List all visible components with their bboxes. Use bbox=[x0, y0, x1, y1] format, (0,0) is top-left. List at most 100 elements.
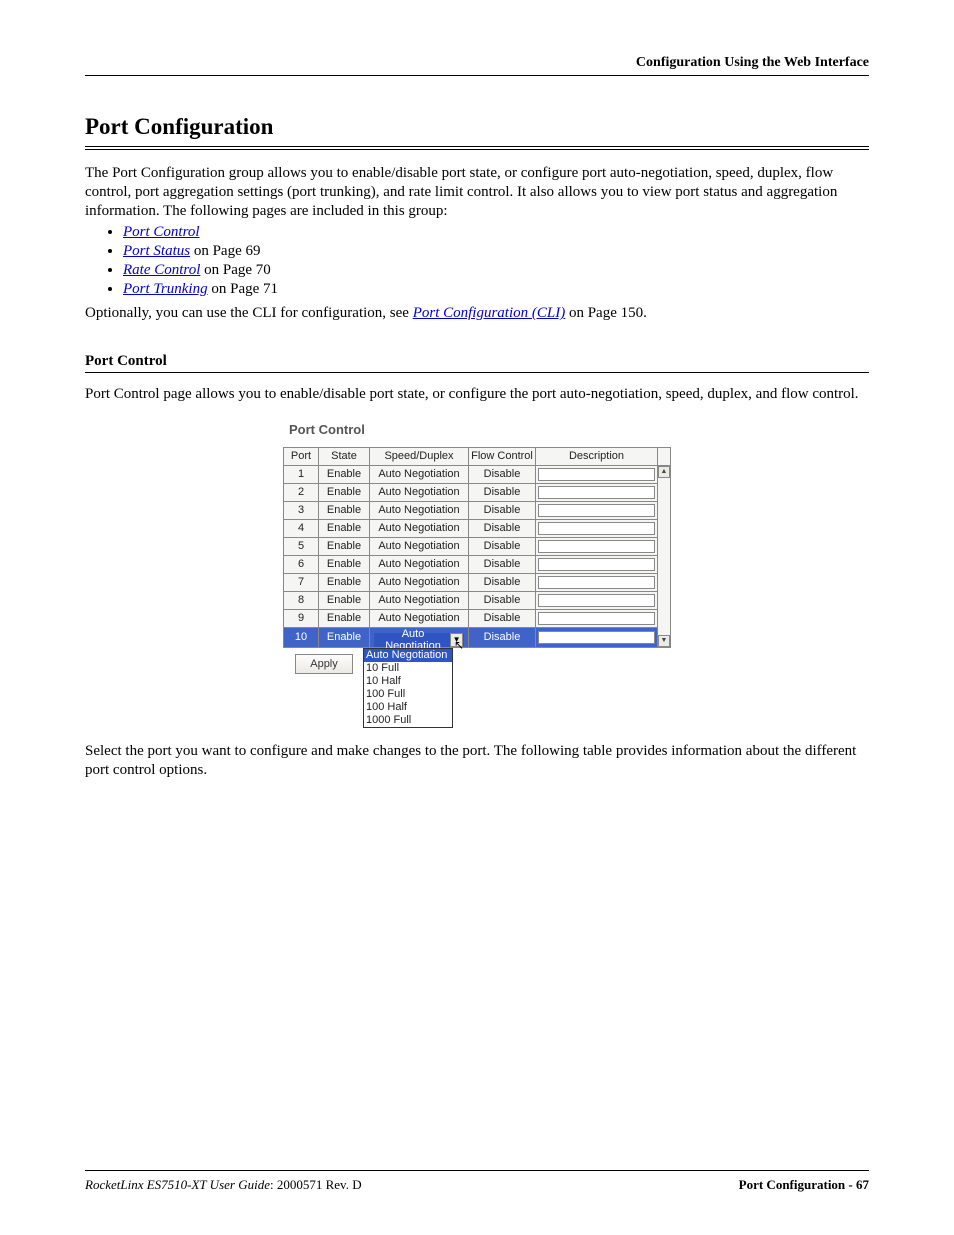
cell-flow-control[interactable]: Disable bbox=[469, 627, 536, 647]
cell-flow-control[interactable]: Disable bbox=[469, 555, 536, 573]
list-item: Port Status on Page 69 bbox=[123, 243, 869, 260]
dropdown-option[interactable]: 10 Full bbox=[364, 662, 452, 675]
apply-button[interactable]: Apply bbox=[295, 654, 353, 674]
table-row[interactable]: 4 Enable Auto Negotiation Disable bbox=[284, 519, 671, 537]
dropdown-option[interactable]: 10 Half bbox=[364, 675, 452, 688]
cell-port: 9 bbox=[284, 609, 319, 627]
screenshot-title: Port Control bbox=[289, 422, 671, 437]
cell-description[interactable] bbox=[536, 609, 658, 627]
dropdown-option[interactable]: 100 Half bbox=[364, 701, 452, 714]
table-row[interactable]: 3 Enable Auto Negotiation Disable bbox=[284, 501, 671, 519]
link-port-control[interactable]: Port Control bbox=[123, 224, 200, 240]
cell-description[interactable] bbox=[536, 555, 658, 573]
cell-speed-duplex[interactable]: Auto Negotiation bbox=[370, 573, 469, 591]
cell-state[interactable]: Enable bbox=[319, 519, 370, 537]
cell-speed-duplex[interactable]: Auto Negotiation bbox=[370, 537, 469, 555]
list-item: Port Control bbox=[123, 224, 869, 241]
page-title: Port Configuration bbox=[85, 114, 869, 140]
link-suffix: on Page 70 bbox=[200, 262, 270, 278]
header-rule bbox=[85, 75, 869, 76]
cell-flow-control[interactable]: Disable bbox=[469, 501, 536, 519]
cell-flow-control[interactable]: Disable bbox=[469, 465, 536, 483]
speed-duplex-dropdown[interactable]: Auto Negotiation 10 Full 10 Half 100 Ful… bbox=[363, 648, 453, 728]
cell-speed-duplex[interactable]: Auto Negotiation bbox=[370, 519, 469, 537]
table-row[interactable]: 6 Enable Auto Negotiation Disable bbox=[284, 555, 671, 573]
footer-page-label: Port Configuration - 67 bbox=[739, 1177, 869, 1193]
cell-flow-control[interactable]: Disable bbox=[469, 609, 536, 627]
cell-state[interactable]: Enable bbox=[319, 627, 370, 647]
table-row-selected[interactable]: 10 Enable Auto Negotiation ▼↖ Disable bbox=[284, 627, 671, 647]
cell-state[interactable]: Enable bbox=[319, 483, 370, 501]
port-table: Port State Speed/Duplex Flow Control Des… bbox=[283, 447, 671, 648]
cell-description[interactable] bbox=[536, 519, 658, 537]
cell-port: 1 bbox=[284, 465, 319, 483]
cell-speed-duplex-select[interactable]: Auto Negotiation ▼↖ bbox=[370, 627, 469, 647]
link-suffix: on Page 69 bbox=[190, 243, 260, 259]
table-row[interactable]: 5 Enable Auto Negotiation Disable bbox=[284, 537, 671, 555]
table-header-row: Port State Speed/Duplex Flow Control Des… bbox=[284, 447, 671, 465]
cell-description[interactable] bbox=[536, 501, 658, 519]
cell-state[interactable]: Enable bbox=[319, 609, 370, 627]
cell-state[interactable]: Enable bbox=[319, 501, 370, 519]
cell-speed-duplex[interactable]: Auto Negotiation bbox=[370, 501, 469, 519]
col-header-state: State bbox=[319, 447, 370, 465]
table-row[interactable]: 2 Enable Auto Negotiation Disable bbox=[284, 483, 671, 501]
table-row[interactable]: 7 Enable Auto Negotiation Disable bbox=[284, 573, 671, 591]
cell-description[interactable] bbox=[536, 483, 658, 501]
table-row[interactable]: 9 Enable Auto Negotiation Disable bbox=[284, 609, 671, 627]
link-rate-control[interactable]: Rate Control bbox=[123, 262, 200, 278]
cell-flow-control[interactable]: Disable bbox=[469, 537, 536, 555]
table-row[interactable]: 8 Enable Auto Negotiation Disable bbox=[284, 591, 671, 609]
optional-cli-line: Optionally, you can use the CLI for conf… bbox=[85, 304, 869, 323]
cell-port: 2 bbox=[284, 483, 319, 501]
col-header-port: Port bbox=[284, 447, 319, 465]
after-screenshot-paragraph: Select the port you want to configure an… bbox=[85, 742, 869, 780]
page-footer: RocketLinx ES7510-XT User Guide: 2000571… bbox=[85, 1177, 869, 1193]
link-suffix: on Page 71 bbox=[208, 281, 278, 297]
dropdown-option[interactable]: 100 Full bbox=[364, 688, 452, 701]
cell-port: 7 bbox=[284, 573, 319, 591]
footer-guide-name: RocketLinx ES7510-XT User Guide bbox=[85, 1177, 270, 1192]
cell-description[interactable] bbox=[536, 627, 658, 647]
cell-state[interactable]: Enable bbox=[319, 465, 370, 483]
cell-speed-duplex[interactable]: Auto Negotiation bbox=[370, 465, 469, 483]
link-list: Port Control Port Status on Page 69 Rate… bbox=[85, 224, 869, 298]
link-port-status[interactable]: Port Status bbox=[123, 243, 190, 259]
scroll-down-icon[interactable]: ▼ bbox=[658, 635, 670, 647]
col-header-scroll bbox=[658, 447, 671, 465]
cell-flow-control[interactable]: Disable bbox=[469, 483, 536, 501]
cell-flow-control[interactable]: Disable bbox=[469, 591, 536, 609]
cell-description[interactable] bbox=[536, 591, 658, 609]
cell-speed-duplex[interactable]: Auto Negotiation bbox=[370, 609, 469, 627]
sub-paragraph: Port Control page allows you to enable/d… bbox=[85, 385, 869, 404]
cell-description[interactable] bbox=[536, 465, 658, 483]
cell-port: 5 bbox=[284, 537, 319, 555]
sub-rule bbox=[85, 372, 869, 373]
header-section-label: Configuration Using the Web Interface bbox=[85, 55, 869, 71]
link-port-trunking[interactable]: Port Trunking bbox=[123, 281, 208, 297]
cell-speed-duplex[interactable]: Auto Negotiation bbox=[370, 555, 469, 573]
chevron-down-icon[interactable]: ▼↖ bbox=[450, 633, 463, 647]
dropdown-option[interactable]: Auto Negotiation bbox=[364, 649, 452, 662]
scroll-up-icon[interactable]: ▲ bbox=[658, 466, 670, 478]
port-control-screenshot: Port Control Port State Speed/Duplex Flo… bbox=[283, 422, 671, 728]
title-rule bbox=[85, 146, 869, 150]
scrollbar[interactable]: ▲ ▼ bbox=[658, 465, 671, 647]
dropdown-option[interactable]: 1000 Full bbox=[364, 714, 452, 727]
cell-description[interactable] bbox=[536, 537, 658, 555]
list-item: Rate Control on Page 70 bbox=[123, 262, 869, 279]
cell-speed-duplex[interactable]: Auto Negotiation bbox=[370, 483, 469, 501]
footer-rule bbox=[85, 1170, 869, 1171]
cell-state[interactable]: Enable bbox=[319, 555, 370, 573]
link-port-config-cli[interactable]: Port Configuration (CLI) bbox=[413, 305, 566, 321]
cell-speed-duplex[interactable]: Auto Negotiation bbox=[370, 591, 469, 609]
cell-flow-control[interactable]: Disable bbox=[469, 573, 536, 591]
cell-state[interactable]: Enable bbox=[319, 591, 370, 609]
cell-description[interactable] bbox=[536, 573, 658, 591]
footer-rev: : 2000571 Rev. D bbox=[270, 1177, 362, 1192]
table-row[interactable]: 1 Enable Auto Negotiation Disable ▲ ▼ bbox=[284, 465, 671, 483]
cell-state[interactable]: Enable bbox=[319, 573, 370, 591]
col-header-speed-duplex: Speed/Duplex bbox=[370, 447, 469, 465]
cell-flow-control[interactable]: Disable bbox=[469, 519, 536, 537]
cell-state[interactable]: Enable bbox=[319, 537, 370, 555]
